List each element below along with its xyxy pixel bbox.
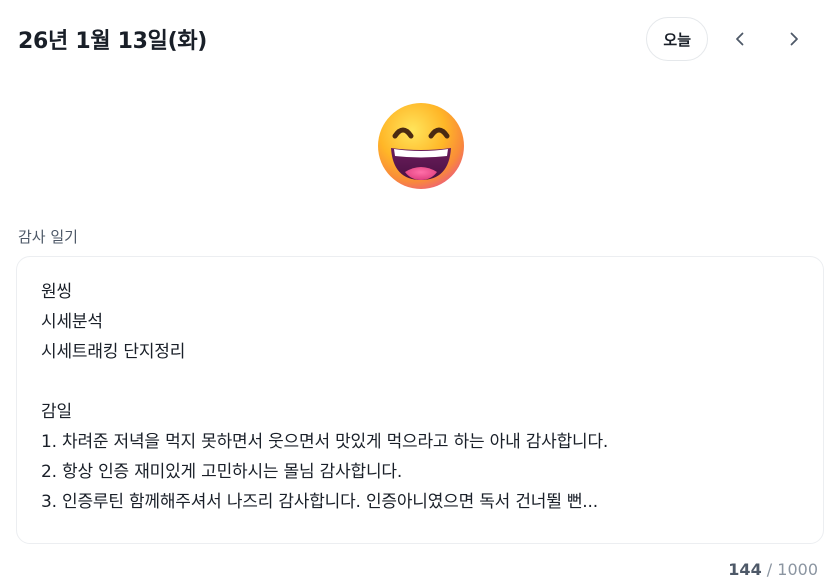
mood-emoji[interactable] [375, 100, 467, 192]
chevron-left-icon [736, 32, 744, 46]
diary-textarea[interactable]: 원씽 시세분석 시세트래킹 단지정리 감일 1. 차려준 저녁을 먹지 못하면서… [16, 256, 824, 544]
date-navigation: 오늘 [646, 17, 816, 61]
diary-label: 감사 일기 [18, 228, 78, 246]
character-count: 144 [728, 560, 762, 579]
next-day-button[interactable] [772, 17, 816, 61]
character-counter: 144 / 1000 [728, 560, 818, 579]
previous-day-button[interactable] [718, 17, 762, 61]
diary-content: 원씽 시세분석 시세트래킹 단지정리 감일 1. 차려준 저녁을 먹지 못하면서… [41, 282, 609, 512]
date-header: 26년 1월 13일(화) 오늘 [18, 16, 816, 62]
page-title: 26년 1월 13일(화) [18, 29, 208, 54]
today-button[interactable]: 오늘 [646, 17, 708, 61]
character-limit: 1000 [777, 560, 818, 579]
grinning-face-with-smiling-eyes-icon [378, 103, 464, 189]
counter-separator: / [766, 560, 773, 579]
chevron-right-icon [790, 32, 798, 46]
